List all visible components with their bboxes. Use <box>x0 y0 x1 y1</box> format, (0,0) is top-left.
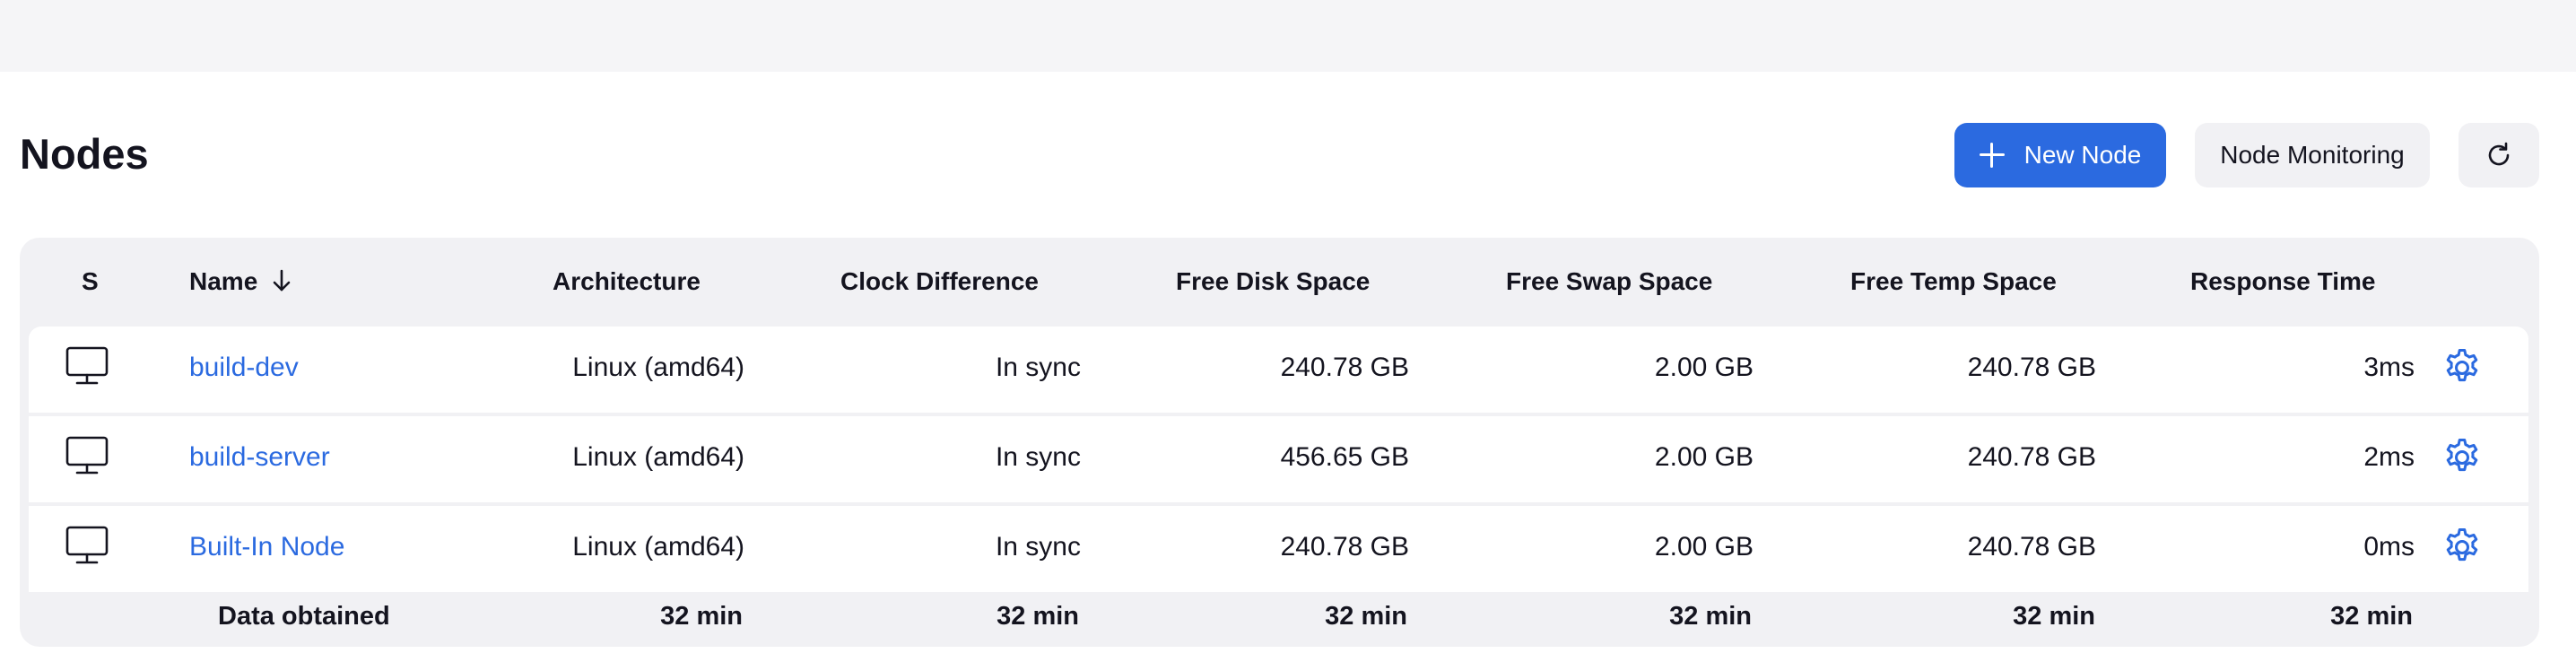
column-header-free-swap-space[interactable]: Free Swap Space <box>1506 266 1712 298</box>
column-header-architecture[interactable]: Architecture <box>553 266 701 298</box>
cell-free-temp-space: 240.78 GB <box>1967 442 2096 472</box>
column-header-status[interactable]: S <box>82 266 99 298</box>
footer-response-time: 32 min <box>2330 602 2413 631</box>
column-header-free-disk-space[interactable]: Free Disk Space <box>1176 266 1370 298</box>
cell-architecture: Linux (amd64) <box>572 353 744 382</box>
cell-clock-difference: In sync <box>995 442 1081 472</box>
node-name-link[interactable]: build-server <box>189 441 330 474</box>
column-header-response-time[interactable]: Response Time <box>2190 266 2375 298</box>
plus-icon <box>1979 143 2005 168</box>
node-monitoring-button[interactable]: Node Monitoring <box>2195 123 2430 187</box>
refresh-icon <box>2488 142 2510 166</box>
cell-free-temp-space: 240.78 GB <box>1967 353 2096 382</box>
column-header-clock-difference[interactable]: Clock Difference <box>840 266 1039 298</box>
cell-response-time: 3ms <box>2363 353 2415 382</box>
node-name-link[interactable]: build-dev <box>189 352 299 384</box>
column-header-free-temp-space[interactable]: Free Temp Space <box>1850 266 2057 298</box>
gear-icon[interactable] <box>2441 437 2483 478</box>
cell-free-temp-space: 240.78 GB <box>1967 532 2096 562</box>
cell-free-swap-space: 2.00 GB <box>1654 353 1754 382</box>
top-bar <box>0 0 2576 72</box>
cell-clock-difference: In sync <box>995 532 1081 562</box>
footer-free-swap-space: 32 min <box>1669 602 1752 631</box>
footer-free-temp-space: 32 min <box>2013 602 2095 631</box>
computer-icon <box>65 346 109 386</box>
computer-icon <box>65 526 109 565</box>
footer-architecture: 32 min <box>660 602 743 631</box>
cell-free-disk-space: 456.65 GB <box>1280 442 1409 472</box>
cell-free-disk-space: 240.78 GB <box>1280 353 1409 382</box>
page-title: Nodes <box>20 130 149 178</box>
data-obtained-label: Data obtained <box>218 602 390 631</box>
cell-free-disk-space: 240.78 GB <box>1280 532 1409 562</box>
gear-icon[interactable] <box>2441 347 2483 388</box>
new-node-button[interactable]: New Node <box>1954 123 2166 187</box>
footer-free-disk-space: 32 min <box>1325 602 1407 631</box>
cell-free-swap-space: 2.00 GB <box>1654 532 1754 562</box>
column-header-name[interactable]: Name <box>189 266 292 298</box>
refresh-button[interactable] <box>2459 123 2539 187</box>
new-node-label: New Node <box>2023 141 2142 169</box>
node-name-link[interactable]: Built-In Node <box>189 531 344 563</box>
gear-icon[interactable] <box>2441 527 2483 568</box>
cell-response-time: 0ms <box>2363 532 2415 562</box>
cell-response-time: 2ms <box>2363 442 2415 472</box>
cell-clock-difference: In sync <box>995 353 1081 382</box>
cell-architecture: Linux (amd64) <box>572 532 744 562</box>
computer-icon <box>65 436 109 475</box>
footer-clock-difference: 32 min <box>996 602 1079 631</box>
arrow-down-icon <box>273 269 291 292</box>
node-monitoring-label: Node Monitoring <box>2220 141 2405 169</box>
cell-free-swap-space: 2.00 GB <box>1654 442 1754 472</box>
column-header-name-label: Name <box>189 267 258 295</box>
cell-architecture: Linux (amd64) <box>572 442 744 472</box>
